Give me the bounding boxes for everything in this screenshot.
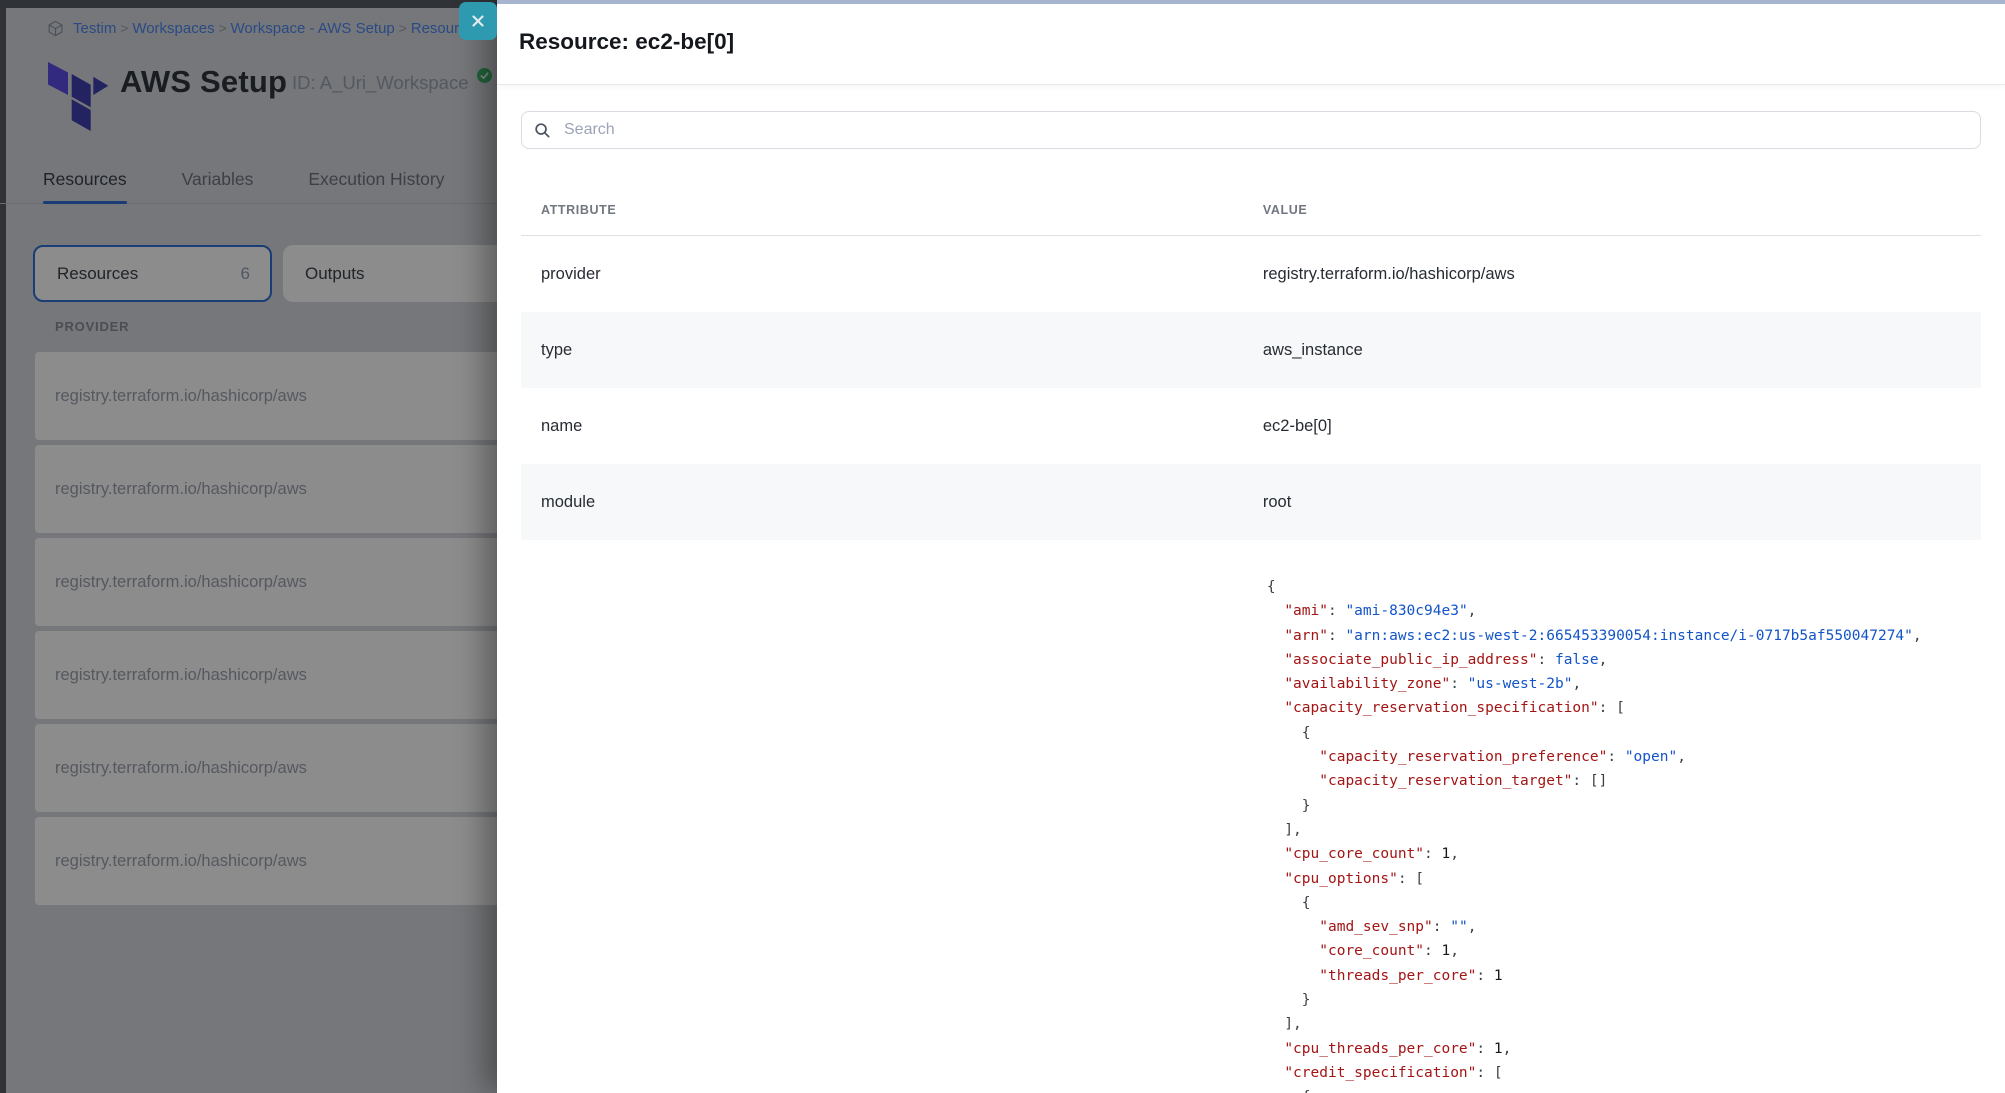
close-icon [470, 13, 486, 29]
column-header-value: VALUE [1259, 149, 1981, 236]
resource-drawer: Resource: ec2-be[0] ATTRIBUTEVALUE provi… [497, 0, 2005, 1093]
attribute-row-provider: providerregistry.terraform.io/hashicorp/… [521, 236, 1981, 313]
attribute-row-type: typeaws_instance [521, 312, 1981, 388]
search-input[interactable] [562, 120, 1968, 140]
attribute-row-module: moduleroot [521, 464, 1981, 540]
drawer-top-accent [497, 0, 2005, 4]
attribute-row-name: nameec2-be[0] [521, 388, 1981, 464]
drawer-close-button[interactable] [459, 2, 497, 40]
state-json-cell: { "ami": "ami-830c94e3", "arn": "arn:aws… [1259, 540, 1981, 1093]
app-root: Testim > Workspaces > Workspace - AWS Se… [0, 0, 2005, 1093]
drawer-title: Resource: ec2-be[0] [519, 29, 734, 55]
attribute-name: provider [521, 236, 1259, 313]
modal-overlay[interactable] [0, 0, 498, 1093]
state-json-row: { "ami": "ami-830c94e3", "arn": "arn:aws… [521, 540, 1981, 1093]
attribute-value: registry.terraform.io/hashicorp/aws [1259, 236, 1981, 313]
attribute-name: module [521, 464, 1259, 540]
attribute-value: aws_instance [1259, 312, 1981, 388]
attribute-table: ATTRIBUTEVALUE providerregistry.terrafor… [521, 149, 1981, 1093]
attribute-name: name [521, 388, 1259, 464]
state-json: { "ami": "ami-830c94e3", "arn": "arn:aws… [1263, 541, 1980, 1093]
drawer-header: Resource: ec2-be[0] [497, 0, 2005, 85]
attribute-value: ec2-be[0] [1259, 388, 1981, 464]
search-box [521, 111, 1981, 149]
search-icon [534, 122, 551, 139]
column-header-attribute: ATTRIBUTE [521, 149, 1259, 236]
attribute-value: root [1259, 464, 1981, 540]
attribute-name: type [521, 312, 1259, 388]
state-json-empty-cell [521, 540, 1259, 1093]
